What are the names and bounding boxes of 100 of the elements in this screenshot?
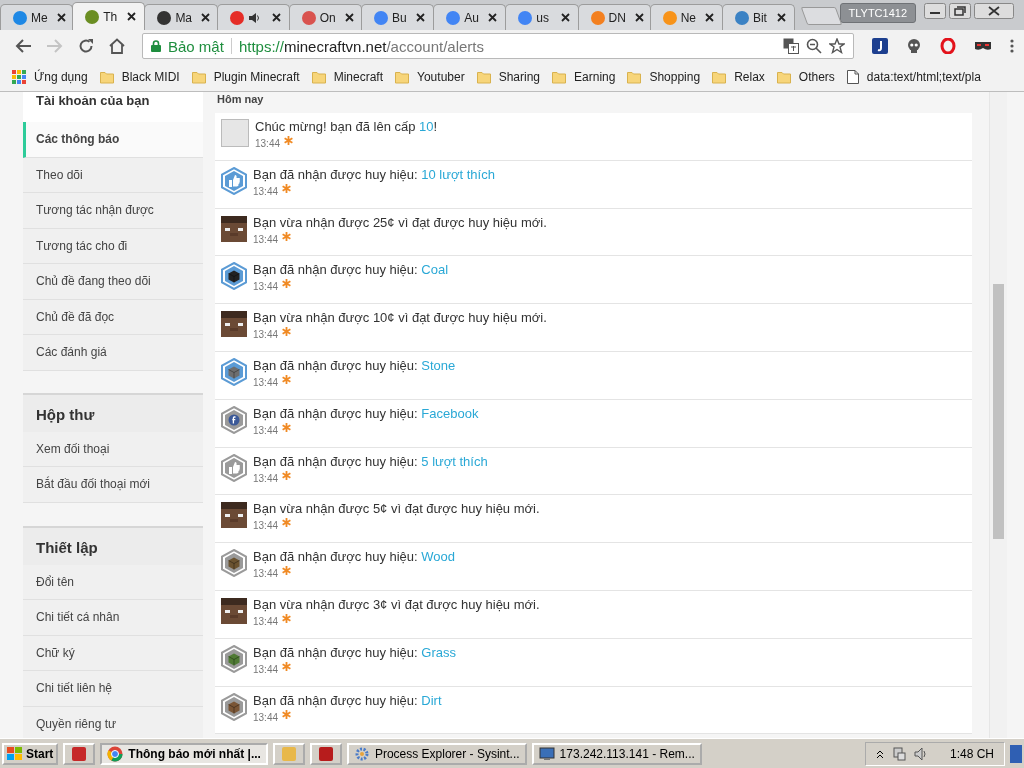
close-icon[interactable] bbox=[270, 12, 282, 23]
show-desktop-button[interactable] bbox=[1010, 744, 1022, 763]
network-icon[interactable] bbox=[891, 746, 906, 761]
section-heading: Hôm nay bbox=[216, 92, 265, 107]
asterisk-icon bbox=[282, 183, 292, 193]
browser-tab[interactable]: us bbox=[505, 4, 579, 30]
home-icon[interactable] bbox=[108, 38, 126, 54]
alert-time: 13:44 bbox=[253, 615, 279, 627]
chevron-icon[interactable] bbox=[875, 748, 884, 759]
extension-icon[interactable] bbox=[872, 38, 888, 54]
asterisk-icon bbox=[282, 566, 292, 576]
folder-icon bbox=[776, 69, 791, 84]
reload-icon[interactable] bbox=[78, 38, 94, 54]
taskbar-app[interactable] bbox=[309, 742, 342, 765]
browser-tab[interactable]: Au bbox=[433, 4, 507, 30]
bookmark-item[interactable]: Relax bbox=[712, 69, 765, 84]
asterisk-icon bbox=[282, 709, 292, 719]
asterisk-icon bbox=[282, 327, 292, 337]
bookmark-item[interactable]: Minecraft bbox=[311, 69, 384, 84]
alert-message: Bạn đã nhận được huy hiệu: 5 lượt thích bbox=[253, 452, 488, 471]
monitor-icon bbox=[538, 745, 555, 762]
close-icon[interactable] bbox=[633, 12, 645, 23]
alert-time: 13:44 bbox=[253, 281, 279, 293]
browser-tab[interactable]: Me bbox=[0, 4, 74, 30]
windows-logo-icon bbox=[7, 746, 23, 761]
browser-tab[interactable]: Bu bbox=[360, 4, 435, 30]
browser-tab[interactable]: Ne bbox=[649, 4, 723, 30]
close-icon[interactable] bbox=[704, 12, 716, 23]
close-icon[interactable] bbox=[200, 12, 212, 23]
speaker-icon[interactable] bbox=[913, 746, 928, 761]
bookmark-item[interactable]: Shopping bbox=[627, 69, 701, 84]
close-icon[interactable] bbox=[343, 12, 355, 23]
minimize-icon[interactable] bbox=[924, 3, 947, 19]
app-icon bbox=[317, 745, 334, 762]
mask-icon[interactable] bbox=[974, 40, 992, 52]
bookmark-item[interactable]: Youtuber bbox=[395, 69, 465, 84]
address-bar[interactable]: Bảo mật https://minecraftvn.net/account/alerts bbox=[142, 33, 854, 59]
folder-icon bbox=[311, 69, 326, 84]
restore-icon[interactable] bbox=[949, 3, 972, 19]
tab-title: Me bbox=[31, 10, 48, 25]
skull-icon[interactable] bbox=[906, 38, 922, 54]
app-icon bbox=[280, 745, 297, 762]
start-button[interactable]: Start bbox=[2, 742, 59, 765]
folder-icon bbox=[476, 69, 491, 84]
folder-icon bbox=[627, 69, 642, 84]
browser-tab[interactable]: On bbox=[288, 4, 362, 30]
url-text: https://minecraftvn.net/account/alerts bbox=[238, 37, 484, 55]
bookmark-item[interactable]: Others bbox=[776, 69, 835, 84]
folder-icon bbox=[99, 69, 114, 84]
alert-message: Chúc mừng! bạn đã lên cấp 10! bbox=[255, 118, 438, 136]
close-icon[interactable] bbox=[974, 3, 1015, 19]
browser-tab[interactable]: Th bbox=[72, 2, 146, 30]
taskbar-app[interactable] bbox=[63, 742, 96, 765]
bookmark-item[interactable]: Ứng dụng bbox=[12, 69, 88, 84]
tab-title: Th bbox=[103, 9, 118, 24]
close-icon[interactable] bbox=[55, 12, 67, 23]
tab-title: Au bbox=[464, 10, 479, 25]
menu-icon[interactable] bbox=[1010, 38, 1014, 54]
browser-tab[interactable] bbox=[216, 4, 290, 30]
alert-time: 13:44 bbox=[253, 233, 279, 245]
close-icon[interactable] bbox=[415, 12, 427, 23]
alert-message: Bạn vừa nhận được 10¢ vì đạt được huy hiệu mới. bbox=[253, 309, 547, 328]
page-icon bbox=[846, 69, 859, 84]
browser-tab[interactable]: DN bbox=[577, 4, 651, 30]
bookmark-item[interactable]: Sharing bbox=[476, 69, 541, 84]
taskbar-window[interactable]: Thông báo mới nhất |... bbox=[100, 742, 268, 765]
alert-message: Bạn đã nhận được huy hiệu: Grass bbox=[253, 643, 456, 662]
close-icon[interactable] bbox=[126, 11, 138, 22]
sidebar-item[interactable]: Các thông báo bbox=[23, 122, 203, 158]
scrollbar[interactable] bbox=[989, 92, 1007, 738]
close-icon[interactable] bbox=[776, 12, 788, 23]
new-tab-button[interactable] bbox=[800, 7, 843, 25]
alert-message: Bạn đã nhận được huy hiệu: Facebook bbox=[253, 404, 479, 423]
translate-icon[interactable] bbox=[783, 38, 799, 54]
tab-title: Ma bbox=[175, 10, 193, 25]
tab-title: Bu bbox=[391, 10, 407, 25]
zoom-icon[interactable] bbox=[806, 38, 822, 54]
browser-tab[interactable]: Bit bbox=[721, 4, 796, 30]
bookmark-item[interactable]: Plugin Minecraft bbox=[191, 69, 300, 84]
browser-tab[interactable]: Ma bbox=[144, 4, 218, 30]
tab-title: us bbox=[536, 10, 549, 25]
close-icon[interactable] bbox=[487, 12, 499, 23]
folder-icon bbox=[712, 69, 727, 84]
alert-message: Bạn vừa nhận được 3¢ vì đạt được huy hiệu mới. bbox=[253, 595, 540, 614]
alert-message: Bạn đã nhận được huy hiệu: Dirt bbox=[253, 691, 442, 710]
taskbar-window[interactable]: Process Explorer - Sysint... bbox=[346, 742, 527, 765]
bookmark-item[interactable]: Black MIDI bbox=[99, 69, 180, 84]
back-icon[interactable] bbox=[14, 38, 32, 54]
folder-icon bbox=[191, 69, 206, 84]
bookmark-item[interactable]: data:text/html;text/pla bbox=[846, 69, 981, 84]
alert-message: Bạn đã nhận được huy hiệu: Stone bbox=[253, 357, 456, 375]
close-icon[interactable] bbox=[559, 12, 571, 23]
taskbar-window[interactable]: 173.242.113.141 - Rem... bbox=[531, 742, 702, 765]
ring-icon[interactable] bbox=[940, 38, 956, 54]
app-icon bbox=[71, 745, 88, 762]
asterisk-icon bbox=[282, 422, 292, 432]
asterisk-icon bbox=[282, 375, 292, 384]
asterisk-icon bbox=[282, 518, 292, 528]
star-icon[interactable] bbox=[829, 38, 845, 54]
bookmark-item[interactable]: Earning bbox=[552, 69, 616, 84]
